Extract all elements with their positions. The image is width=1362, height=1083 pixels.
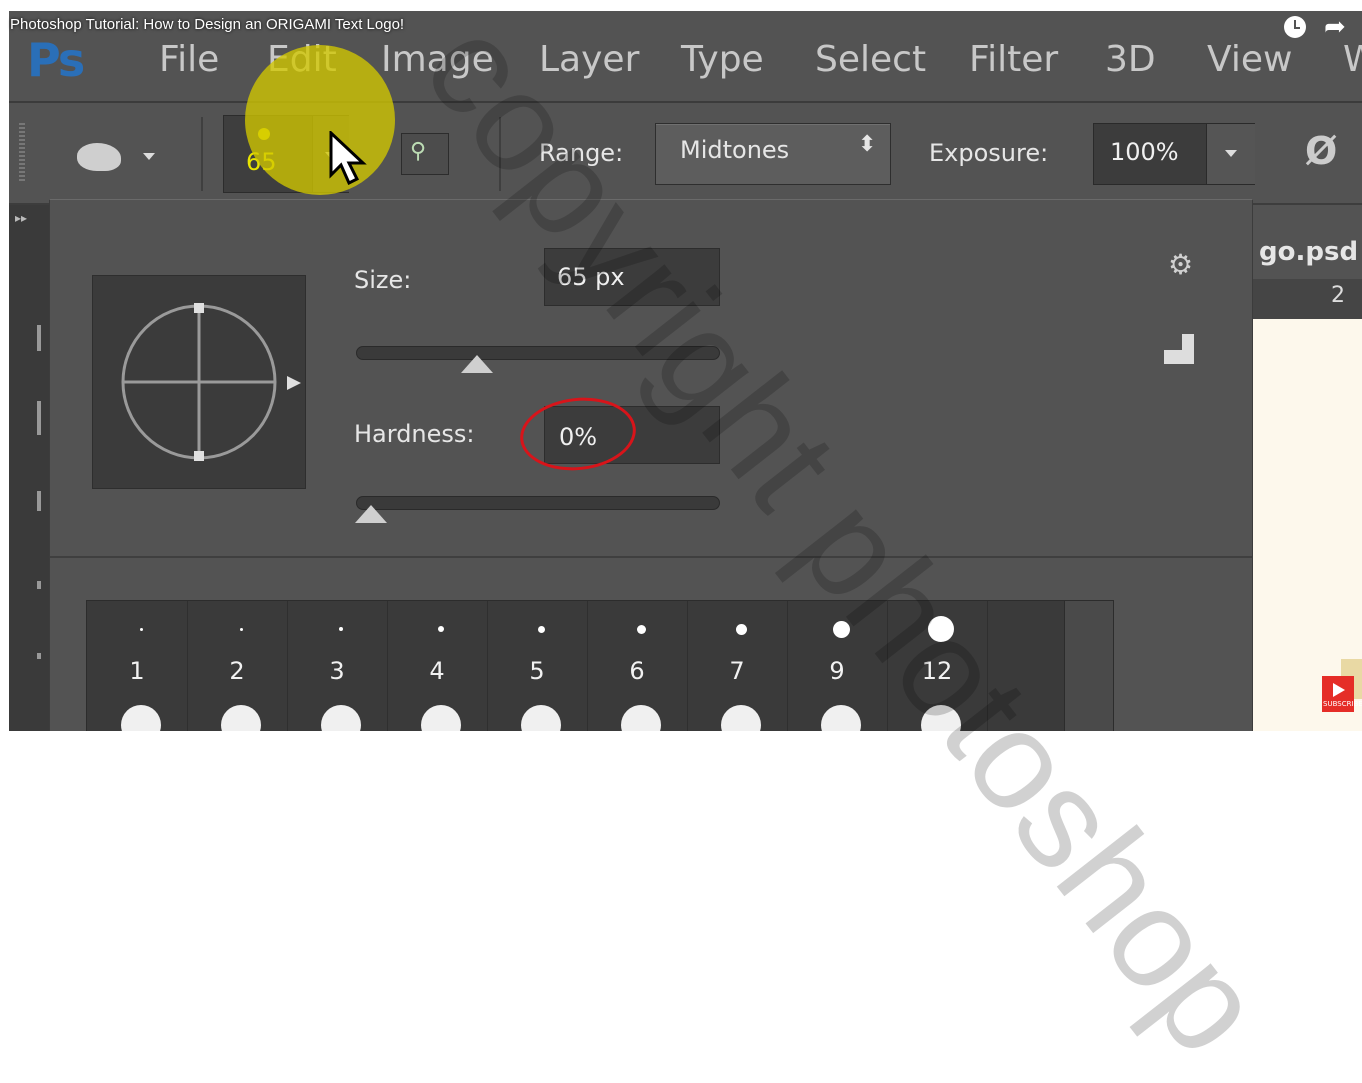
tool-slot[interactable]	[37, 401, 41, 435]
brush-tip-icon	[621, 705, 661, 731]
brush-preset-size: 12	[921, 657, 953, 685]
brush-tip-icon	[438, 626, 444, 632]
airbrush-toggle[interactable]: ⚲	[401, 133, 449, 175]
brush-preset-4[interactable]: 4	[387, 601, 488, 731]
new-preset-icon[interactable]	[1164, 334, 1194, 364]
menu-select[interactable]: Select	[815, 39, 926, 80]
brush-tip-icon	[832, 620, 850, 638]
menu-window[interactable]: W	[1343, 39, 1362, 80]
brush-preset-size: 5	[529, 657, 545, 685]
separator	[499, 117, 501, 191]
ruler: 2	[1251, 279, 1362, 320]
clock-icon[interactable]	[1284, 16, 1306, 38]
tool-slot[interactable]	[37, 581, 41, 589]
menu-layer[interactable]: Layer	[539, 39, 639, 80]
document-title: go.psd	[1259, 237, 1359, 267]
tool-slot[interactable]	[37, 491, 41, 511]
brush-preset-size: 7	[729, 657, 745, 685]
exposure-value: 100%	[1110, 138, 1179, 166]
brush-tip-icon	[321, 705, 361, 731]
document-tab[interactable]: go.psd	[1251, 229, 1362, 279]
video-title[interactable]: Photoshop Tutorial: How to Design an ORI…	[10, 16, 404, 33]
tool-slot[interactable]	[37, 653, 41, 659]
brush-tip-icon	[928, 616, 954, 642]
brush-tip-icon	[521, 705, 561, 731]
size-slider[interactable]	[356, 346, 720, 373]
brush-preset-size: 4	[429, 657, 445, 685]
brush-preset-2[interactable]: 2	[187, 601, 288, 731]
brush-tip-icon	[239, 627, 243, 631]
brush-preset-size: 6	[629, 657, 645, 685]
brush-tip-icon	[339, 627, 343, 631]
subscribe-label: SUBSCRIBE	[1323, 700, 1362, 708]
brush-preset-6[interactable]: 6	[587, 601, 688, 731]
brush-preset-size: 1	[129, 657, 145, 685]
menu-type[interactable]: Type	[681, 39, 764, 80]
exposure-field[interactable]: 100%	[1093, 123, 1255, 185]
brush-preset-9[interactable]: 9	[787, 601, 888, 731]
mouse-cursor-icon	[329, 129, 369, 189]
size-value: 65 px	[557, 263, 625, 291]
brush-tip-icon	[721, 705, 761, 731]
brush-tip-icon	[921, 705, 961, 731]
brush-angle-preview[interactable]	[92, 275, 306, 489]
brush-grid-scrollbar[interactable]	[1064, 600, 1114, 731]
document-canvas[interactable]	[1251, 319, 1362, 731]
brush-tip-icon	[537, 625, 545, 633]
brush-tip-icon	[139, 627, 143, 631]
brush-tip-icon	[121, 705, 161, 731]
options-bar: 65 ⚲ Range: Midtones ⬍ Exposure: 100% Ø	[9, 103, 1362, 205]
panel-divider	[50, 556, 1252, 558]
size-slider-thumb[interactable]	[460, 355, 493, 373]
updown-arrows-icon: ⬍	[858, 132, 877, 157]
cursor-highlight	[245, 45, 395, 195]
dodge-tool-icon[interactable]	[77, 143, 121, 171]
tool-slot[interactable]	[37, 325, 41, 351]
brush-preset-3[interactable]: 3	[287, 601, 388, 731]
share-icon[interactable]: ➦	[1324, 12, 1346, 42]
menu-view[interactable]: View	[1207, 39, 1292, 80]
menu-filter[interactable]: Filter	[969, 39, 1058, 80]
brush-tip-icon	[821, 705, 861, 731]
brush-tip-icon	[735, 623, 747, 635]
ps-logo: Ps	[27, 33, 85, 87]
collapse-arrows-icon[interactable]: ▸▸	[15, 211, 27, 225]
gear-icon[interactable]: ⚙	[1168, 248, 1193, 281]
menu-file[interactable]: File	[159, 39, 219, 80]
brush-preset-7[interactable]: 7	[687, 601, 788, 731]
brush-preset-size: 2	[229, 657, 245, 685]
menu-image[interactable]: Image	[381, 39, 494, 80]
brush-preset-grid: 1 2 3 4 5 6 7 9 12	[86, 600, 1066, 731]
brush-shape-diagram	[121, 303, 301, 461]
photoshop-window: Ps File Edit Image Layer Type Select Fil…	[9, 11, 1362, 731]
menu-3d[interactable]: 3D	[1105, 39, 1156, 80]
size-input[interactable]: 65 px	[544, 248, 720, 306]
brush-tip-icon	[221, 705, 261, 731]
exposure-slider-button[interactable]	[1206, 124, 1255, 184]
tools-panel: ▸▸	[9, 205, 49, 731]
brush-preset-1[interactable]: 1	[87, 601, 188, 731]
size-label: Size:	[354, 266, 412, 294]
tool-preset-dropdown-icon[interactable]	[143, 153, 155, 160]
hardness-slider[interactable]	[355, 496, 720, 523]
range-select[interactable]: Midtones ⬍	[655, 123, 891, 185]
brush-tip-icon	[636, 624, 646, 634]
ruler-number: 2	[1331, 283, 1345, 308]
brush-tip-icon	[421, 705, 461, 731]
brush-preset-5[interactable]: 5	[487, 601, 588, 731]
brush-preset-size: 9	[829, 657, 845, 685]
range-value: Midtones	[680, 136, 790, 164]
hardness-label: Hardness:	[354, 420, 475, 448]
range-label: Range:	[539, 139, 624, 167]
brush-preset-12[interactable]: 12	[887, 601, 988, 731]
brush-preset-size: 3	[329, 657, 345, 685]
airbrush-icon: ⚲	[410, 139, 427, 164]
options-bar-grip[interactable]	[19, 123, 25, 183]
hardness-slider-thumb[interactable]	[355, 505, 387, 523]
separator	[201, 117, 203, 191]
exposure-label: Exposure:	[929, 139, 1049, 167]
brush-preset-panel: Size: 65 px Hardness: 0% ⚙ 1 2 3 4 5 6 7 9 12	[49, 199, 1253, 731]
protect-tones-icon[interactable]: Ø	[1305, 129, 1337, 173]
subscribe-button[interactable]: SUBSCRIBE	[1322, 676, 1362, 712]
